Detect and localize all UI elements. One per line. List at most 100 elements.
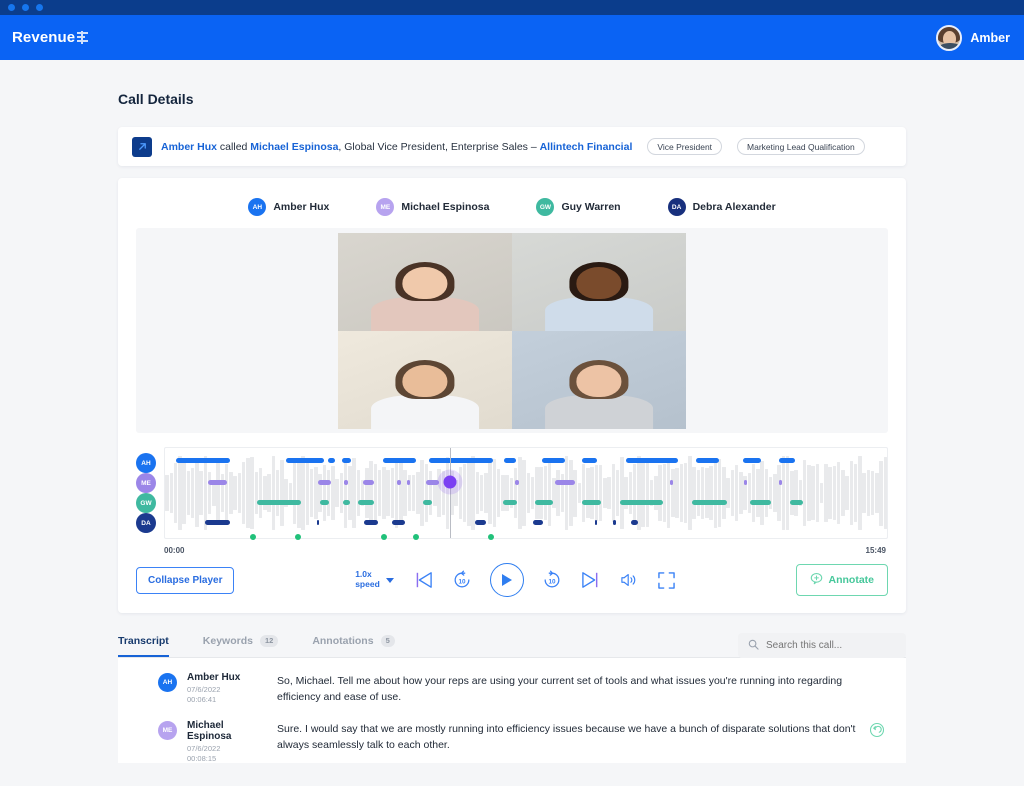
waveform-bar [628,471,633,515]
speaker-segment-me[interactable] [397,479,402,485]
speaker-segment-me[interactable] [778,479,782,485]
speaker-segment-me[interactable] [426,479,440,485]
speaker-segment-gw[interactable] [692,500,727,506]
speaker-segment-gw[interactable] [789,500,803,506]
participant-debra-alexander[interactable]: DA Debra Alexander [667,198,776,216]
timeline-marker[interactable] [412,534,419,540]
timeline-marker[interactable] [488,534,495,540]
speaker-segment-gw[interactable] [358,500,375,506]
speaker-segment-ah[interactable] [625,457,678,463]
callee-name[interactable]: Michael Espinosa [250,141,338,153]
caller-name[interactable]: Amber Hux [161,141,217,153]
video-stage[interactable] [136,228,888,433]
participant-guy-warren[interactable]: GW Guy Warren [536,198,621,216]
speaker-segment-ah[interactable] [383,457,416,463]
speaker-segment-me[interactable] [362,479,375,485]
window-dot-minimize[interactable] [22,4,29,11]
playhead-line[interactable] [450,448,452,538]
fullscreen-icon[interactable] [658,571,675,589]
timeline-marker[interactable] [380,534,387,540]
speaker-segment-ah[interactable] [341,457,351,463]
timeline-avatar-da[interactable]: DA [136,513,156,533]
speaker-segment-ah[interactable] [695,457,719,463]
speaker-segment-gw[interactable] [582,500,602,506]
speaker-segment-gw[interactable] [342,500,350,506]
rewind-10-icon[interactable]: 10 [452,570,472,590]
speaker-segment-ah[interactable] [286,457,324,463]
speaker-segment-gw[interactable] [320,500,329,506]
speaker-segment-da[interactable] [204,520,230,525]
speaker-segment-me[interactable] [208,479,228,485]
tab-transcript[interactable]: Transcript [118,635,169,657]
timeline-avatar-me[interactable]: ME [136,473,156,493]
waveform-bar [386,470,390,516]
speaker-segment-ah[interactable] [541,457,565,463]
volume-icon[interactable] [620,571,640,589]
participant-amber-hux[interactable]: AH Amber Hux [248,198,329,216]
speaker-segment-me[interactable] [344,479,348,485]
waveform-track-area[interactable] [164,447,888,539]
brand-logo[interactable]: Revenue [12,29,90,46]
tag-vice-president[interactable]: Vice President [647,138,723,155]
timeline-avatar-gw[interactable]: GW [136,493,156,513]
waveform-bar [173,462,178,524]
transcript-row[interactable]: AH Amber Hux 07/6/2022 00:06:41 So, Michael.… [136,658,888,706]
speaker-segment-gw[interactable] [749,500,772,506]
waveform-bar [717,459,722,527]
annotate-button[interactable]: Annotate [795,564,888,596]
transcript-date: 07/6/2022 [187,743,221,753]
speaker-segment-ah[interactable] [175,457,230,463]
speaker-segment-me[interactable] [406,479,411,485]
skip-next-icon[interactable] [580,571,602,589]
speaker-segment-me[interactable] [744,479,747,485]
waveform-bar [199,470,203,516]
timeline-avatar-ah[interactable]: AH [136,453,156,473]
speaker-segment-gw[interactable] [257,500,301,506]
tab-annotations[interactable]: Annotations 5 [312,634,395,657]
speaker-segment-da[interactable] [363,520,378,525]
transcript-timestamp[interactable]: 00:06:41 [187,695,267,704]
timeline-marker[interactable] [249,534,256,540]
speaker-segment-me[interactable] [318,479,332,485]
speaker-segment-gw[interactable] [423,500,433,506]
search-input[interactable] [766,640,896,651]
transcript-timestamp[interactable]: 00:08:15 [187,754,267,763]
reply-icon[interactable] [869,722,885,743]
playback-speed-selector[interactable]: 1.0x speed [355,569,394,590]
speaker-segment-gw[interactable] [619,500,664,506]
speaker-segment-da[interactable] [630,520,638,525]
tag-marketing-lead-qualification[interactable]: Marketing Lead Qualification [737,138,865,155]
speaker-segment-ah[interactable] [328,457,336,463]
speaker-segment-me[interactable] [670,479,674,485]
play-button[interactable] [489,563,524,597]
speaker-segment-ah[interactable] [742,457,762,463]
speaker-segment-me[interactable] [515,479,519,485]
forward-10-icon[interactable]: 10 [542,570,562,590]
waveform-bar [505,474,509,512]
participant-michael-espinosa[interactable]: ME Michael Espinosa [376,198,489,216]
transcript-row[interactable]: ME Michael Espinosa 07/6/2022 00:08:15 Sure.… [136,706,888,763]
participant-video-top-left [338,232,512,331]
speaker-segment-da[interactable] [392,520,406,525]
speaker-segment-ah[interactable] [582,457,597,463]
speaker-segment-da[interactable] [612,520,616,525]
window-dot-maximize[interactable] [36,4,43,11]
skip-previous-icon[interactable] [412,571,434,589]
tab-keywords[interactable]: Keywords 12 [203,634,279,657]
speaker-segment-da[interactable] [475,520,486,525]
speaker-segment-ah[interactable] [428,457,494,463]
waveform-bar [305,461,310,525]
speaker-segment-ah[interactable] [778,457,795,463]
speaker-segment-gw[interactable] [534,500,554,506]
user-menu[interactable]: Amber [936,24,1010,51]
timeline-marker[interactable] [294,534,301,540]
organization-name[interactable]: Allintech Financial [540,141,633,153]
window-dot-close[interactable] [8,4,15,11]
search-call-box[interactable] [738,633,906,658]
playhead-handle[interactable] [443,475,457,489]
speaker-segment-me[interactable] [554,479,576,485]
collapse-player-button[interactable]: Collapse Player [136,566,235,594]
speaker-segment-gw[interactable] [502,500,518,506]
speaker-segment-ah[interactable] [504,457,516,463]
speaker-segment-da[interactable] [533,520,544,525]
